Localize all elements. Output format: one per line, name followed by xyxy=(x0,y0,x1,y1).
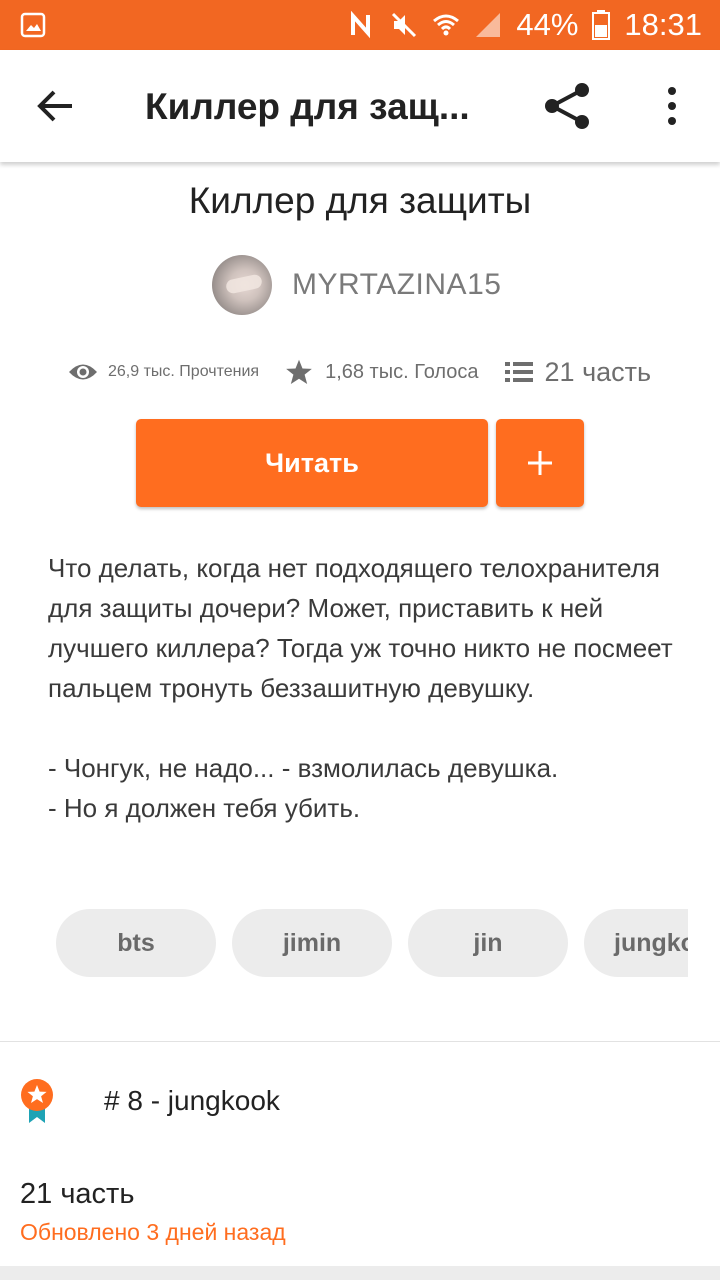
eye-icon xyxy=(69,364,97,380)
avatar[interactable] xyxy=(212,255,272,315)
votes-count: 1,68 тыс. Голоса xyxy=(325,360,479,383)
author[interactable]: MYRTAZINA15 xyxy=(212,254,501,316)
status-time: 18:31 xyxy=(624,7,702,42)
app-bar: Киллер для защ... xyxy=(0,50,720,162)
rank-label[interactable]: # 8 - jungkook xyxy=(104,1085,280,1117)
status-bar: 44% 18:31 xyxy=(0,0,720,50)
divider xyxy=(0,1041,720,1042)
nfc-icon xyxy=(351,11,371,39)
story-title: Киллер для защиты xyxy=(188,180,532,221)
gallery-icon xyxy=(20,12,46,38)
signal-icon xyxy=(476,13,501,37)
tag-chip[interactable]: bts xyxy=(56,909,216,977)
battery-percent: 44% xyxy=(516,7,579,42)
rank-badge-icon xyxy=(21,1079,53,1123)
read-button[interactable]: Читать xyxy=(136,419,488,507)
list-icon xyxy=(504,362,533,382)
mute-icon xyxy=(392,12,417,38)
page-title: Киллер для защ... xyxy=(145,86,470,127)
back-arrow-icon[interactable] xyxy=(32,82,80,130)
parts-stat: 21 часть xyxy=(504,356,652,388)
more-vert-icon[interactable] xyxy=(652,82,692,130)
story-stats: 26,9 тыс. Прочтения 1,68 тыс. Голоса 21 … xyxy=(68,350,668,394)
story-description: Что делать, когда нет подходящего телохр… xyxy=(48,553,673,823)
share-icon[interactable] xyxy=(540,78,596,134)
tag-chip[interactable]: jimin xyxy=(232,909,392,977)
star-icon xyxy=(286,359,312,385)
parts-count[interactable]: 21 часть xyxy=(20,1178,134,1211)
parts-count-stat: 21 часть xyxy=(544,356,652,387)
tags-scroller[interactable]: bts jimin jin jungkook xyxy=(56,909,688,977)
tag-chip[interactable]: jin xyxy=(408,909,568,977)
tag-chip[interactable]: jungkook xyxy=(584,909,688,977)
author-name[interactable]: MYRTAZINA15 xyxy=(292,268,501,302)
updated-text: Обновлено 3 дней назад xyxy=(20,1219,286,1245)
wifi-icon xyxy=(433,14,460,36)
reads-stat: 26,9 тыс. Прочтения xyxy=(68,361,259,383)
reads-count: 26,9 тыс. Прочтения xyxy=(108,363,260,380)
add-to-library-button[interactable] xyxy=(496,419,584,507)
battery-icon xyxy=(592,10,611,40)
bottom-strip xyxy=(0,1266,720,1280)
plus-icon xyxy=(528,451,552,475)
votes-stat: 1,68 тыс. Голоса xyxy=(285,358,479,386)
rank-row[interactable]: # 8 - jungkook xyxy=(20,1076,280,1126)
